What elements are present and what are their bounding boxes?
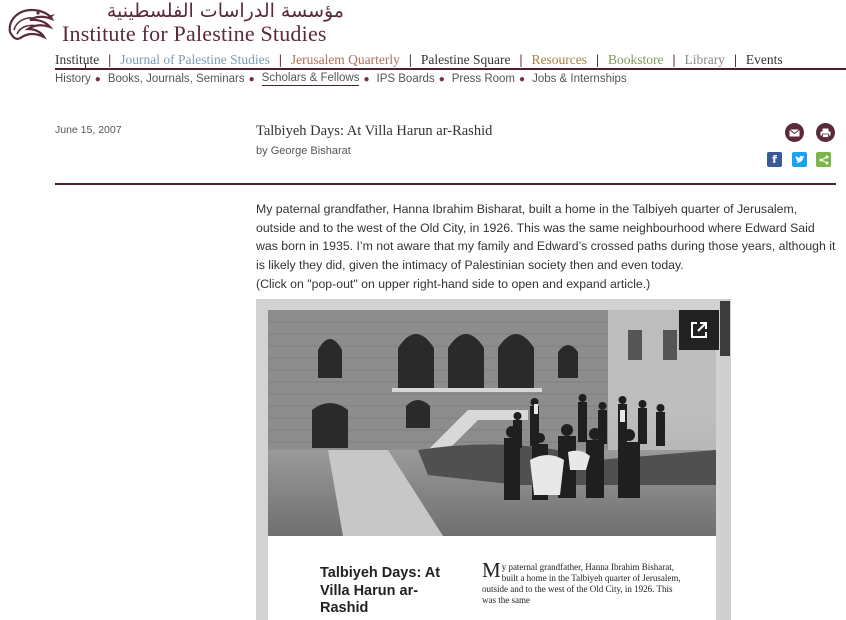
villa-photo-illustration (268, 310, 716, 536)
subnav-bullet: ● (248, 73, 255, 85)
share-icon (819, 155, 828, 164)
twitter-share-button[interactable] (792, 152, 807, 167)
main-nav: Institute | Journal of Palestine Studies… (55, 50, 846, 70)
subnav-item-books-journals-seminars[interactable]: Books, Journals, Seminars (108, 73, 245, 85)
nav-item-journal-of-palestine-studies[interactable]: Journal of Palestine Studies (120, 52, 270, 68)
nav-item-jerusalem-quarterly[interactable]: Jerusalem Quarterly (291, 52, 400, 68)
document-viewer[interactable]: Talbiyeh Days: At Villa Harun ar-Rashid … (256, 299, 731, 620)
article-byline: by George Bisharat (256, 145, 351, 157)
nav-separator: | (278, 52, 282, 67)
document-title: Talbiyeh Days: At Villa Harun ar-Rashid (320, 565, 441, 616)
article-header-divider (55, 183, 836, 185)
subnav-bullet: ● (363, 73, 370, 85)
nav-separator: | (595, 52, 599, 67)
ips-logo[interactable]: مؤسسة الدراسات الفلسطينية Institute for … (4, 0, 344, 46)
twitter-icon (795, 155, 804, 163)
document-dropcap: M (482, 558, 501, 582)
byline-prefix: by (256, 145, 268, 157)
popout-icon (691, 322, 707, 338)
popout-instruction: (Click on "pop-out" on upper right-hand … (256, 277, 651, 291)
nav-item-resources[interactable]: Resources (532, 52, 587, 68)
subnav-item-history[interactable]: History (55, 73, 91, 85)
subnav-bullet: ● (519, 73, 526, 85)
viewer-scrollbar[interactable] (719, 299, 731, 620)
email-button[interactable] (785, 123, 804, 142)
email-icon (789, 128, 800, 136)
author-link[interactable]: George Bisharat (271, 145, 351, 157)
viewer-scrollbar-thumb[interactable] (720, 301, 730, 356)
subnav-bullet: ● (438, 73, 445, 85)
print-button[interactable] (816, 123, 835, 142)
subnav-item-scholars-fellows[interactable]: Scholars & Fellows (261, 72, 360, 86)
logo-arabic-text: مؤسسة الدراسات الفلسطينية (106, 0, 344, 22)
facebook-share-button[interactable]: f (767, 152, 782, 167)
subnav-item-press-room[interactable]: Press Room (452, 73, 515, 85)
nav-separator: | (108, 52, 112, 67)
bird-logo-icon (8, 8, 55, 40)
document-opening-text: M y paternal grandfather, Hanna Ibrahim … (482, 558, 682, 606)
subnav-item-jobs-internships[interactable]: Jobs & Internships (532, 73, 627, 85)
nav-item-bookstore[interactable]: Bookstore (608, 52, 664, 68)
article-body-paragraph: My paternal grandfather, Hanna Ibrahim B… (256, 202, 836, 272)
nav-separator: | (519, 52, 523, 67)
nav-item-institute[interactable]: Institute (55, 52, 99, 68)
share-button[interactable] (816, 152, 831, 167)
publication-date: June 15, 2007 (55, 124, 122, 136)
nav-item-library[interactable]: Library (684, 52, 724, 68)
nav-item-palestine-square[interactable]: Palestine Square (421, 52, 511, 68)
nav-separator: | (672, 52, 676, 67)
document-text-body: y paternal grandfather, Hanna Ibrahim Bi… (482, 562, 681, 605)
nav-separator: | (733, 52, 737, 67)
logo-english-text: Institute for Palestine Studies (62, 21, 327, 46)
nav-separator: | (408, 52, 412, 67)
popout-button[interactable] (679, 310, 719, 350)
villa-photograph (268, 310, 716, 536)
facebook-icon: f (772, 153, 777, 166)
article-title: Talbiyeh Days: At Villa Harun ar-Rashid (256, 123, 493, 139)
nav-item-events[interactable]: Events (746, 52, 783, 68)
print-icon (820, 128, 831, 138)
subnav-item-ips-boards[interactable]: IPS Boards (377, 73, 435, 85)
subnav-bullet: ● (94, 73, 101, 85)
nav-underline (55, 68, 846, 70)
document-page: Talbiyeh Days: At Villa Harun ar-Rashid … (268, 310, 716, 620)
sub-nav: History ● Books, Journals, Seminars ● Sc… (55, 71, 627, 87)
